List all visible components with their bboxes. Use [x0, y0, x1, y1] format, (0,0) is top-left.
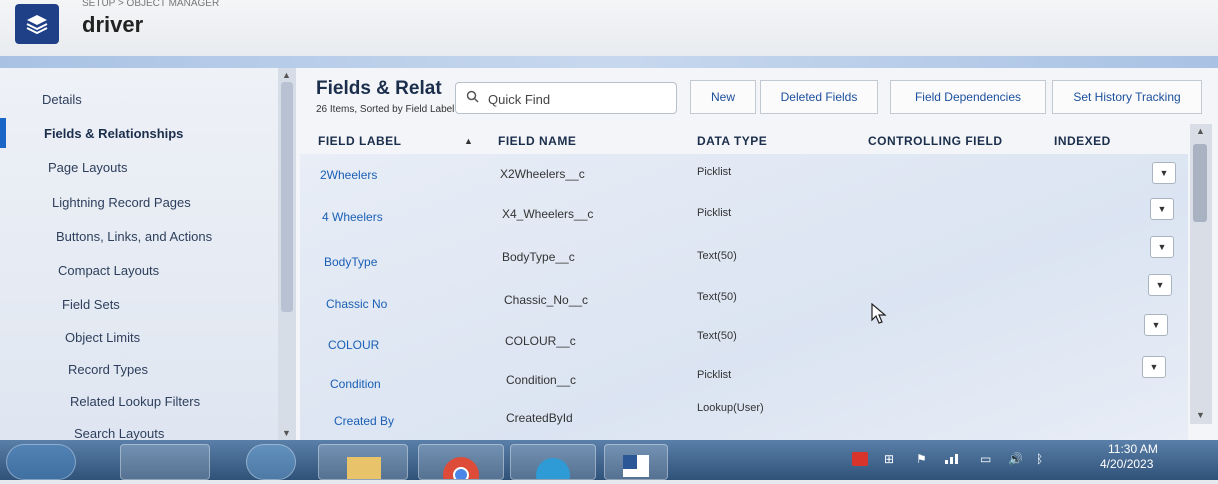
row-actions-chevron-down-icon[interactable]: ▼	[1150, 198, 1174, 220]
active-indicator	[0, 118, 6, 148]
sort-ascending-icon[interactable]: ▲	[464, 136, 473, 146]
table-row-field-name: BodyType__c	[502, 250, 575, 264]
table-row-field-label[interactable]: 4 Wheelers	[322, 210, 383, 224]
sidebar-item-details[interactable]: Details	[42, 92, 82, 107]
row-actions-chevron-down-icon[interactable]: ▼	[1148, 274, 1172, 296]
edge-icon[interactable]	[510, 444, 596, 484]
row-actions-chevron-down-icon[interactable]: ▼	[1142, 356, 1166, 378]
table-row-data-type: Picklist	[697, 166, 732, 178]
sidebar-item-field-sets[interactable]: Field Sets	[62, 297, 120, 312]
layers-icon	[15, 4, 59, 44]
table-row-field-name: Condition__c	[506, 373, 577, 387]
bluetooth-icon[interactable]: ᛒ	[1036, 452, 1043, 466]
signal-icon[interactable]	[944, 452, 962, 467]
sidebar-scroll-thumb[interactable]	[281, 82, 293, 312]
sidebar-item-compact-layouts[interactable]: Compact Layouts	[58, 263, 159, 278]
clock-date[interactable]: 4/20/2023	[1100, 457, 1153, 471]
scroll-down-icon[interactable]: ▼	[282, 428, 291, 438]
mouse-cursor-icon	[870, 302, 888, 330]
object-header: SETUP > OBJECT MANAGER driver	[0, 0, 1218, 56]
header-divider	[0, 56, 1218, 68]
table-row-field-name: COLOUR__c	[505, 334, 576, 348]
quick-find-box[interactable]	[455, 82, 677, 114]
scroll-up-icon[interactable]: ▲	[1196, 126, 1205, 136]
chrome-icon[interactable]	[418, 444, 504, 484]
sidebar	[0, 68, 296, 440]
sidebar-item-buttons-links-actions[interactable]: Buttons, Links, and Actions	[56, 229, 212, 244]
table-row-data-type: Text(50)	[697, 330, 737, 342]
row-actions-chevron-down-icon[interactable]: ▼	[1152, 162, 1176, 184]
column-header-indexed[interactable]: INDEXED	[1054, 134, 1111, 148]
deleted-fields-button[interactable]: Deleted Fields	[760, 80, 878, 114]
section-subtitle: 26 Items, Sorted by Field Label	[316, 104, 455, 115]
table-row-field-label[interactable]: COLOUR	[328, 338, 379, 352]
sidebar-item-record-types[interactable]: Record Types	[68, 362, 148, 377]
battery-icon[interactable]: ▭	[980, 452, 991, 466]
ie-icon[interactable]	[246, 444, 296, 480]
table-row-field-label[interactable]: 2Wheelers	[320, 168, 377, 182]
row-actions-chevron-down-icon[interactable]: ▼	[1150, 236, 1174, 258]
sidebar-item-related-lookup-filters[interactable]: Related Lookup Filters	[70, 394, 200, 409]
table-row-field-name: Chassic_No__c	[504, 293, 589, 307]
table-row-field-name: CreatedById	[506, 411, 573, 425]
clock-time[interactable]: 11:30 AM	[1108, 442, 1158, 456]
column-header-field-label[interactable]: FIELD LABEL	[318, 134, 402, 148]
table-row-data-type: Picklist	[697, 207, 732, 219]
volume-icon[interactable]: 🔊	[1008, 452, 1023, 466]
table-row-field-name: X2Wheelers__c	[500, 167, 585, 181]
table-row-field-label[interactable]: Created By	[334, 414, 394, 428]
quick-find-input[interactable]	[486, 89, 670, 109]
table-row-data-type: Text(50)	[697, 291, 737, 303]
column-header-field-name[interactable]: FIELD NAME	[498, 134, 576, 148]
scroll-down-icon[interactable]: ▼	[1196, 410, 1205, 420]
column-header-data-type[interactable]: DATA TYPE	[697, 134, 767, 148]
word-icon[interactable]	[604, 444, 668, 480]
sidebar-item-lightning-record-pages[interactable]: Lightning Record Pages	[52, 195, 191, 210]
field-dependencies-button[interactable]: Field Dependencies	[890, 80, 1046, 114]
section-title: Fields & Relat	[316, 78, 442, 99]
scroll-up-icon[interactable]: ▲	[282, 70, 291, 80]
sidebar-item-fields-relationships[interactable]: Fields & Relationships	[44, 126, 183, 141]
set-history-tracking-button[interactable]: Set History Tracking	[1052, 80, 1202, 114]
row-actions-chevron-down-icon[interactable]: ▼	[1144, 314, 1168, 336]
table-row-field-label[interactable]: BodyType	[324, 255, 377, 269]
folder-icon[interactable]	[318, 444, 408, 480]
search-icon	[466, 90, 479, 106]
table-row-data-type: Lookup(User)	[697, 402, 764, 414]
page-title: driver	[82, 12, 144, 37]
start-button[interactable]	[6, 444, 76, 480]
tray-app-red-icon[interactable]	[852, 452, 868, 469]
breadcrumb: SETUP > OBJECT MANAGER	[82, 0, 220, 9]
sidebar-item-object-limits[interactable]: Object Limits	[65, 330, 140, 345]
tray-network-icon[interactable]: ⊞	[884, 452, 894, 466]
sidebar-item-search-layouts[interactable]: Search Layouts	[74, 426, 164, 441]
table-row-field-label[interactable]: Chassic No	[326, 297, 387, 311]
column-header-controlling-field[interactable]: CONTROLLING FIELD	[868, 134, 1003, 148]
tray-flag-icon[interactable]: ⚑	[916, 452, 927, 466]
table-scroll-thumb[interactable]	[1193, 144, 1207, 222]
new-button[interactable]: New	[690, 80, 756, 114]
table-body	[300, 154, 1188, 440]
table-row-data-type: Text(50)	[697, 250, 737, 262]
sidebar-item-page-layouts[interactable]: Page Layouts	[48, 160, 128, 175]
table-row-field-label[interactable]: Condition	[330, 377, 381, 391]
taskbar-app-explorer[interactable]	[120, 444, 210, 480]
table-row-data-type: Picklist	[697, 369, 732, 381]
table-row-field-name: X4_Wheelers__c	[502, 207, 594, 221]
